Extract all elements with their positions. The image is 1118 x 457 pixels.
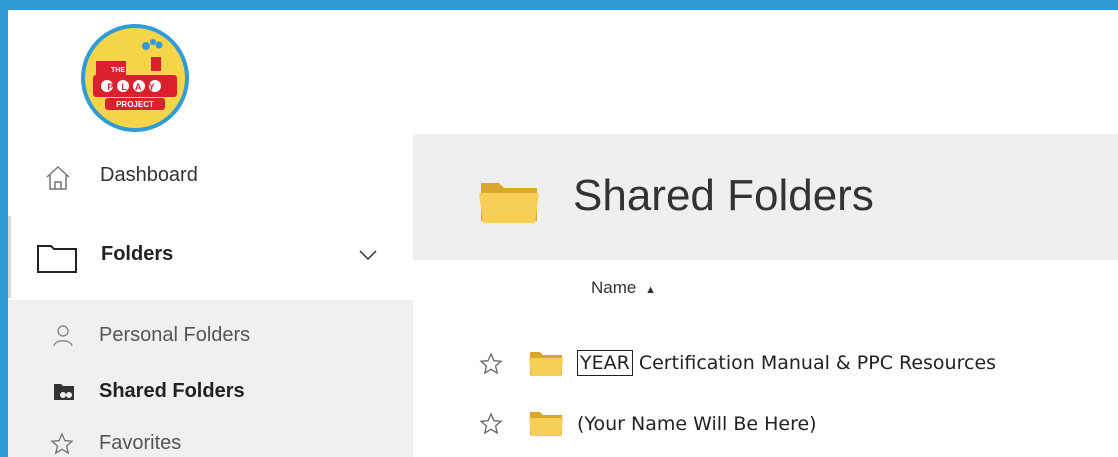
column-header-name[interactable]: Name ▲ (591, 278, 656, 298)
sidebar-item-label: Dashboard (100, 164, 198, 186)
logo-top-text: THE (111, 67, 125, 74)
sidebar: Dashboard Folders Personal Folders Share… (8, 134, 413, 457)
sort-ascending-icon: ▲ (645, 284, 656, 296)
folder-icon (529, 352, 563, 376)
app-frame: THE PLAY PROJECT Dashboard Folders Perso… (8, 10, 1118, 457)
sidebar-item-personal-folders[interactable]: Personal Folders (8, 318, 413, 356)
sidebar-item-dashboard[interactable]: Dashboard (8, 134, 413, 216)
folder-name[interactable]: YEAR Certification Manual & PPC Resource… (577, 350, 997, 376)
logo-sub-text: PROJECT (116, 100, 154, 109)
page-title: Shared Folders (573, 171, 874, 220)
table-row[interactable]: (Your Name Will Be Here) (413, 401, 1118, 451)
sidebar-item-favorites[interactable]: Favorites (8, 426, 413, 457)
logo-main-text: PLAY (107, 82, 162, 92)
shared-folder-icon (54, 384, 74, 400)
home-icon (46, 165, 70, 190)
folder-name-text: Certification Manual & PPC Resources (632, 352, 997, 374)
chevron-down-icon[interactable] (358, 248, 378, 262)
sidebar-item-label: Personal Folders (99, 324, 251, 346)
folder-name[interactable]: (Your Name Will Be Here) (577, 413, 817, 435)
folder-icon (529, 412, 563, 436)
page-header: Shared Folders (413, 134, 1118, 260)
star-icon (50, 432, 74, 455)
main-content: Shared Folders Name ▲ YEAR Certification… (413, 134, 1118, 457)
header: THE PLAY PROJECT (8, 10, 1118, 134)
sidebar-item-label: Folders (101, 243, 174, 265)
year-placeholder: YEAR (577, 350, 633, 376)
table-row[interactable]: YEAR Certification Manual & PPC Resource… (413, 341, 1118, 391)
play-project-logo[interactable]: THE PLAY PROJECT (71, 23, 199, 133)
folders-submenu: Personal Folders Shared Folders Favorite… (8, 300, 413, 457)
user-icon (53, 325, 73, 347)
sidebar-item-label: Shared Folders (99, 380, 245, 402)
sidebar-item-folders[interactable]: Folders (8, 216, 413, 298)
star-icon[interactable] (479, 352, 503, 376)
folder-icon (479, 183, 539, 223)
active-indicator (8, 216, 11, 298)
star-icon[interactable] (479, 412, 503, 436)
column-header-label: Name (591, 278, 637, 297)
sidebar-item-shared-folders[interactable]: Shared Folders (8, 374, 413, 412)
sidebar-item-label: Favorites (99, 432, 182, 454)
folder-outline-icon (37, 245, 77, 273)
